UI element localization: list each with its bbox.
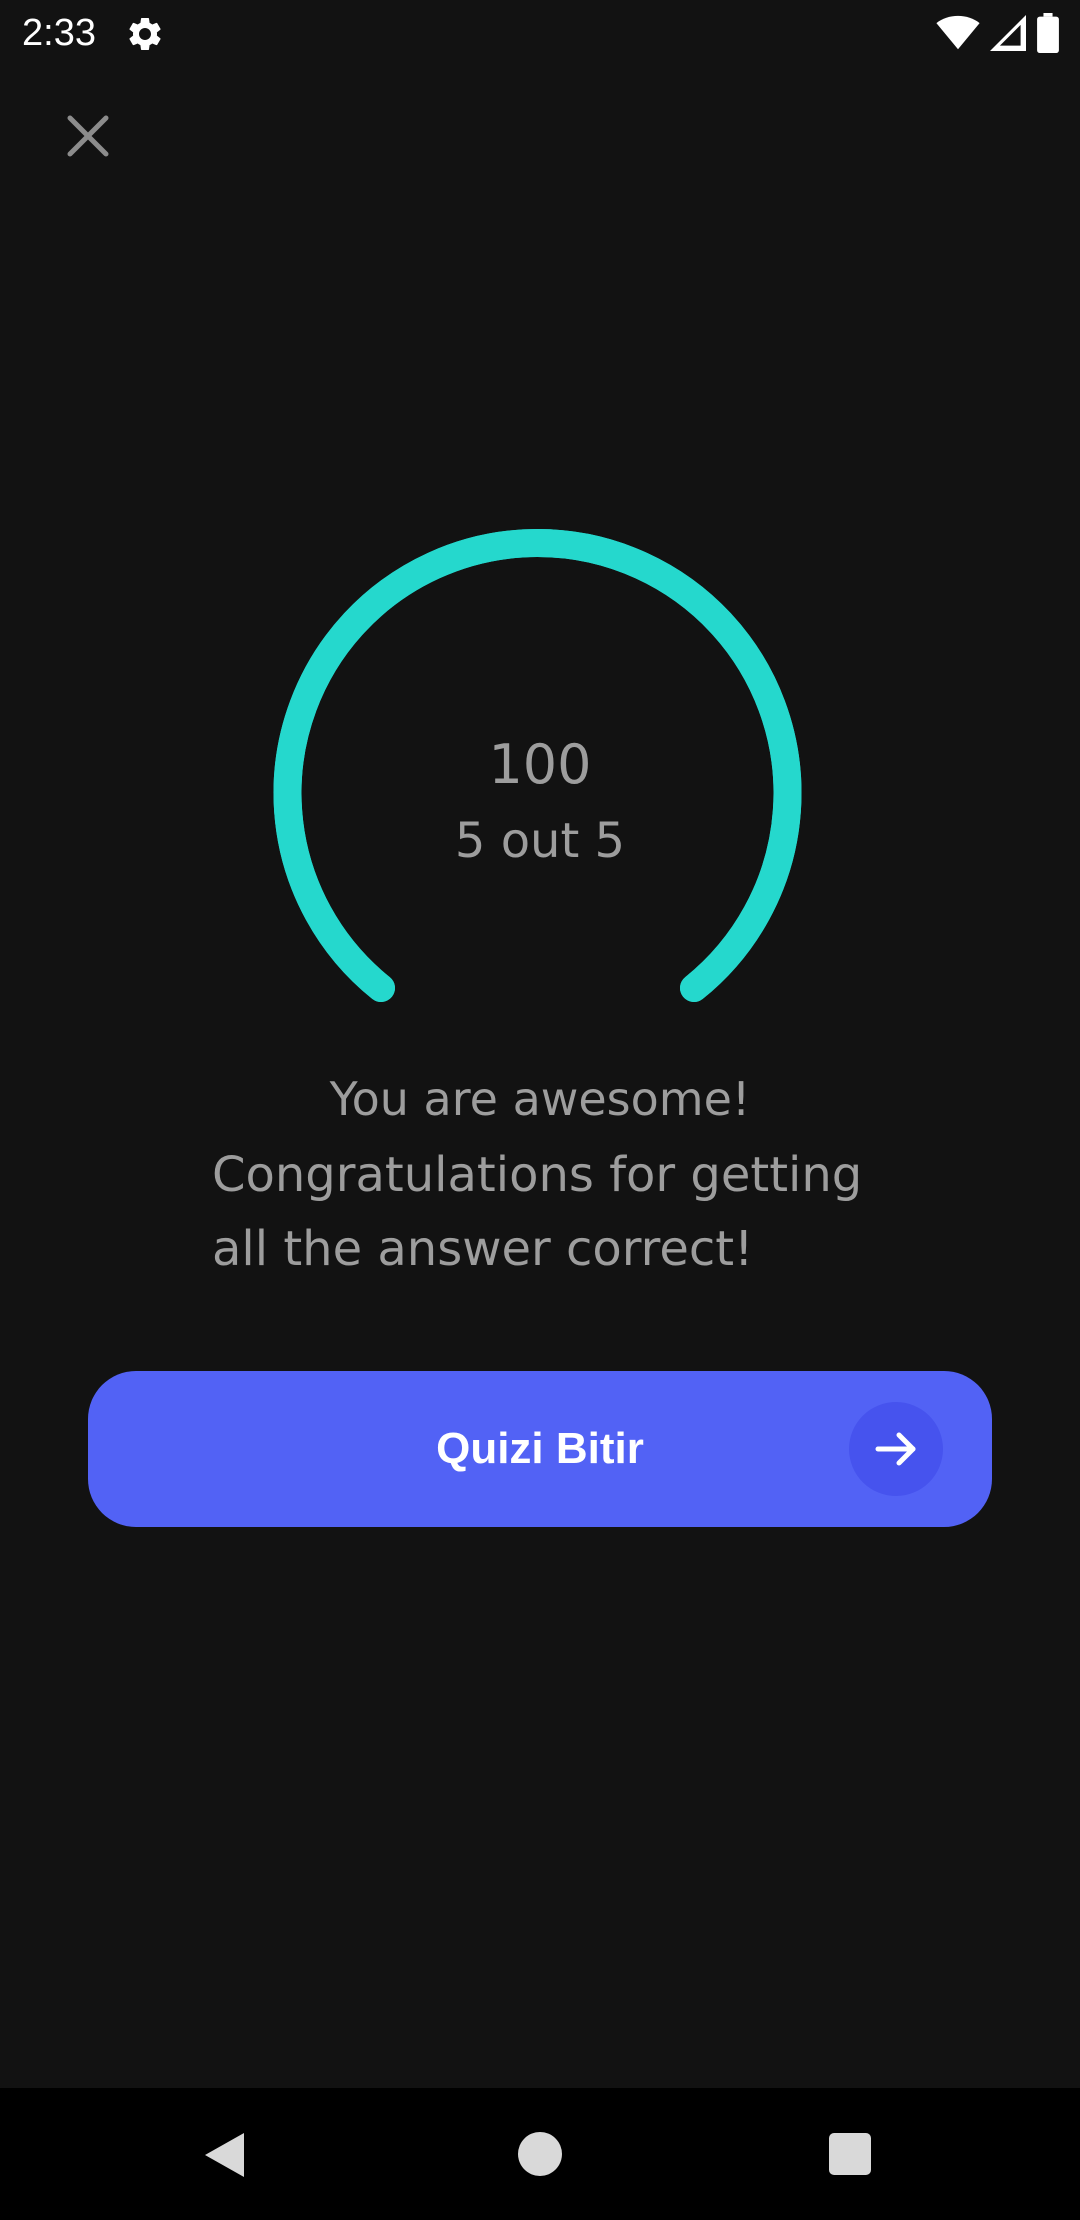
status-icons xyxy=(936,12,1060,54)
status-bar: 2:33 xyxy=(0,0,1080,66)
status-time: 2:33 xyxy=(22,12,96,54)
battery-icon xyxy=(1037,13,1059,53)
message-title: You are awesome! xyxy=(329,1072,751,1126)
cellular-signal-icon xyxy=(990,15,1026,51)
settings-icon xyxy=(129,17,161,50)
message-line-2: all the answer correct! xyxy=(212,1221,754,1277)
arrow-right-icon xyxy=(849,1402,943,1496)
score-detail: 5 out 5 xyxy=(454,813,626,869)
back-icon[interactable] xyxy=(200,2130,250,2180)
message-line-1: Congratulations for getting xyxy=(212,1147,863,1203)
wifi-icon xyxy=(936,15,980,50)
score-value: 100 xyxy=(488,733,592,796)
navigation-bar xyxy=(0,2088,1080,2220)
finish-quiz-button[interactable]: Quizi Bitir xyxy=(88,1371,992,1527)
recents-icon[interactable] xyxy=(829,2133,871,2175)
home-icon[interactable] xyxy=(518,2132,562,2176)
message-body: Congratulations for getting all the answ… xyxy=(212,1138,912,1286)
close-icon[interactable] xyxy=(58,106,118,166)
